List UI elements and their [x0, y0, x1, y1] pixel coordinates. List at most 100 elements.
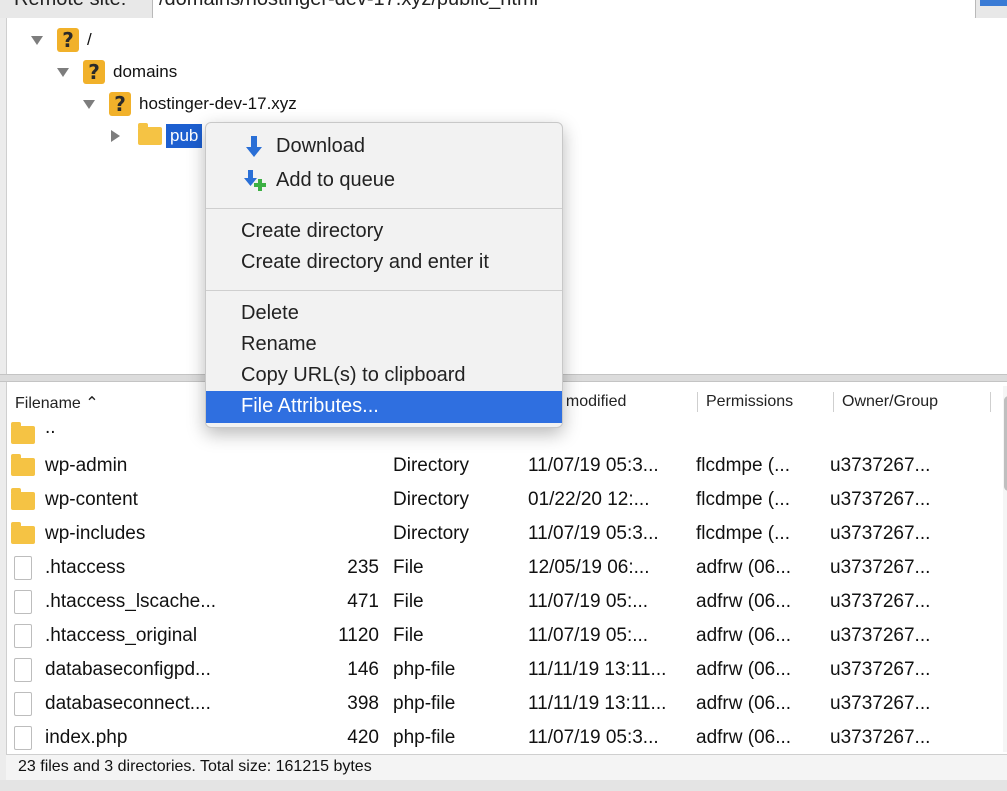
file-name: wp-admin	[45, 455, 128, 476]
file-row[interactable]: index.php 420 php-file 11/07/19 05:3... …	[7, 721, 997, 754]
column-filename[interactable]: Filename ⌃	[15, 393, 99, 413]
menu-separator	[206, 290, 562, 291]
file-owner: u3737267...	[830, 455, 931, 476]
collapse-arrow-icon[interactable]	[111, 130, 120, 142]
menu-item-create-directory[interactable]: Create directory	[206, 216, 562, 248]
file-type: php-file	[393, 727, 456, 748]
menu-item-label: Download	[276, 135, 365, 157]
expand-arrow-icon[interactable]	[57, 67, 69, 77]
remote-path-input[interactable]: /domains/hostinger-dev-17.xyz/public_htm…	[152, 0, 976, 18]
tree-node-label: /	[87, 30, 92, 49]
file-name: wp-content	[45, 489, 138, 510]
file-permissions: flcdmpe (...	[696, 455, 790, 476]
file-modified: 11/11/19 13:11...	[528, 693, 667, 714]
file-row[interactable]: .htaccess 235 File 12/05/19 06:... adfrw…	[7, 551, 997, 585]
folder-icon	[138, 123, 162, 145]
file-permissions: adfrw (06...	[696, 693, 792, 714]
add-to-queue-icon	[244, 170, 266, 191]
menu-item-label: File Attributes...	[241, 395, 379, 417]
folder-icon	[11, 454, 35, 476]
file-row[interactable]: databaseconfigpd... 146 php-file 11/11/1…	[7, 653, 997, 687]
menu-item-label: Create directory and enter it	[241, 251, 489, 273]
tree-node-root[interactable]: ? /	[31, 26, 92, 54]
file-size: 235	[347, 557, 379, 578]
file-type: php-file	[393, 693, 456, 714]
file-icon	[14, 590, 32, 614]
menu-item-label: Copy URL(s) to clipboard	[241, 364, 466, 386]
menu-item-download[interactable]: Download	[206, 131, 562, 163]
file-modified: 01/22/20 12:...	[528, 489, 650, 510]
file-modified: 11/07/19 05:...	[528, 625, 649, 646]
context-menu: Download Add to queue Create directory C…	[205, 122, 563, 428]
file-owner: u3737267...	[830, 659, 931, 680]
file-modified: 11/11/19 13:11...	[528, 659, 667, 680]
file-permissions: adfrw (06...	[696, 659, 792, 680]
column-divider[interactable]	[833, 392, 834, 412]
file-size: 146	[347, 659, 379, 680]
sort-ascending-icon: ⌃	[85, 393, 99, 412]
unknown-folder-icon: ?	[57, 28, 79, 52]
file-owner: u3737267...	[830, 591, 931, 612]
file-name: .htaccess_lscache...	[45, 591, 217, 612]
file-owner: u3737267...	[830, 489, 931, 510]
column-divider[interactable]	[990, 392, 991, 412]
file-row[interactable]: .htaccess_original 1120 File 11/07/19 05…	[7, 619, 997, 653]
file-type: File	[393, 591, 424, 612]
column-permissions[interactable]: Permissions	[706, 393, 793, 411]
file-name: databaseconnect....	[45, 693, 211, 714]
file-type: Directory	[393, 489, 470, 510]
file-modified: 11/07/19 05:3...	[528, 455, 659, 476]
file-icon	[14, 556, 32, 580]
menu-item-label: Add to queue	[276, 169, 395, 191]
tree-node-label: domains	[113, 62, 178, 81]
folder-icon	[11, 488, 35, 510]
menu-item-create-directory-enter[interactable]: Create directory and enter it	[206, 247, 562, 279]
file-row[interactable]: wp-includes Directory 11/07/19 05:3... f…	[7, 517, 997, 551]
file-owner: u3737267...	[830, 557, 931, 578]
file-name: .htaccess	[45, 557, 126, 578]
file-icon	[14, 692, 32, 716]
file-row[interactable]: databaseconnect.... 398 php-file 11/11/1…	[7, 687, 997, 721]
menu-separator	[206, 208, 562, 209]
file-permissions: adfrw (06...	[696, 591, 792, 612]
path-dropdown-button[interactable]	[980, 0, 1007, 6]
file-list-scrollbar[interactable]	[1003, 386, 1007, 752]
tree-node-domains[interactable]: ? domains	[57, 58, 177, 86]
menu-item-add-to-queue[interactable]: Add to queue	[206, 165, 562, 197]
file-name: index.php	[45, 727, 128, 748]
unknown-folder-icon: ?	[83, 60, 105, 84]
menu-item-label: Create directory	[241, 220, 384, 242]
remote-file-list: Filename ⌃ t modified Permissions Owner/…	[6, 382, 1007, 754]
menu-item-delete[interactable]: Delete	[206, 298, 562, 330]
status-text: 23 files and 3 directories. Total size: …	[18, 758, 372, 775]
remote-site-bar: Remote site: /domains/hostinger-dev-17.x…	[0, 0, 1007, 18]
file-size: 1120	[338, 625, 379, 646]
folder-icon	[11, 422, 35, 444]
tree-node-public-html[interactable]: pub	[111, 122, 203, 150]
menu-item-file-attributes[interactable]: File Attributes...	[206, 391, 562, 423]
remote-path-value: /domains/hostinger-dev-17.xyz/public_htm…	[159, 0, 538, 11]
file-owner: u3737267...	[830, 625, 931, 646]
column-divider[interactable]	[697, 392, 698, 412]
folder-icon	[11, 522, 35, 544]
file-row[interactable]: .htaccess_lscache... 471 File 11/07/19 0…	[7, 585, 997, 619]
file-name: ..	[45, 417, 56, 438]
file-modified: 11/07/19 05:3...	[528, 727, 659, 748]
file-row[interactable]: wp-admin Directory 11/07/19 05:3... flcd…	[7, 449, 997, 483]
tree-node-hostinger[interactable]: ? hostinger-dev-17.xyz	[83, 90, 297, 118]
file-name: databaseconfigpd...	[45, 659, 211, 680]
expand-arrow-icon[interactable]	[83, 99, 95, 109]
column-owner-group[interactable]: Owner/Group	[842, 393, 938, 411]
file-owner: u3737267...	[830, 523, 931, 544]
file-size: 471	[347, 591, 379, 612]
tree-node-label-selected: pub	[166, 124, 203, 148]
file-permissions: adfrw (06...	[696, 727, 792, 748]
file-size: 398	[347, 693, 379, 714]
file-owner: u3737267...	[830, 727, 931, 748]
column-last-modified[interactable]: t modified	[557, 393, 626, 411]
menu-item-rename[interactable]: Rename	[206, 329, 562, 361]
menu-item-copy-url[interactable]: Copy URL(s) to clipboard	[206, 360, 562, 392]
expand-arrow-icon[interactable]	[31, 35, 43, 45]
file-row[interactable]: wp-content Directory 01/22/20 12:... flc…	[7, 483, 997, 517]
file-type: File	[393, 557, 424, 578]
